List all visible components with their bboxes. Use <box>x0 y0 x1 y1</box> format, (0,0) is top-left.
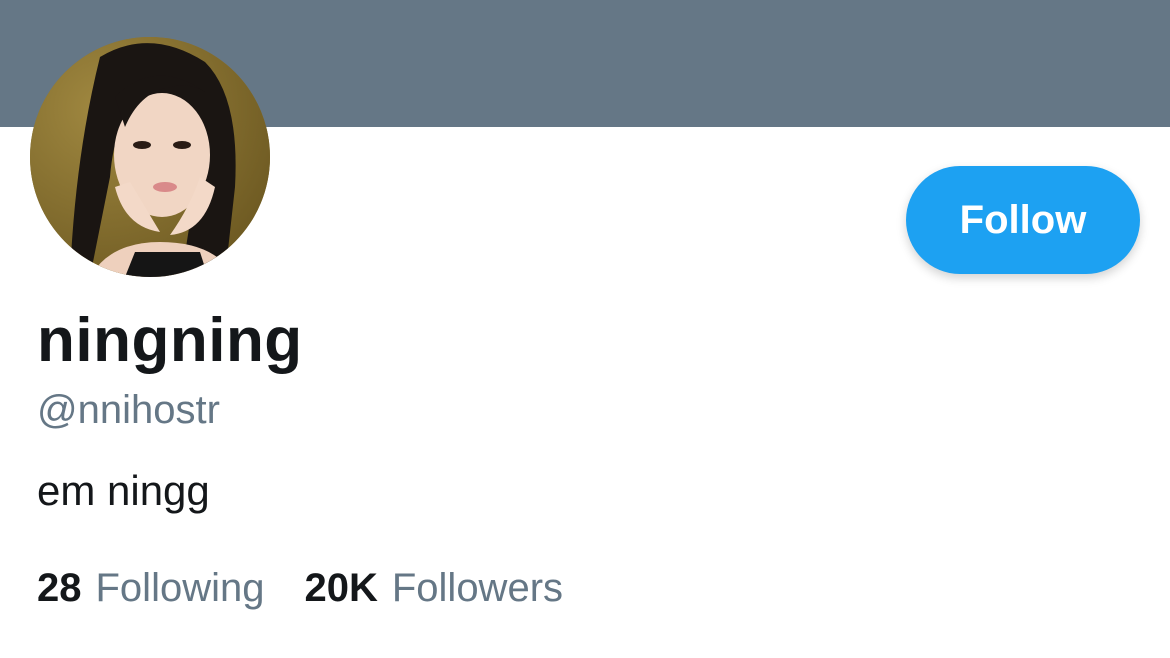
avatar-photo <box>30 37 270 277</box>
following-label: Following <box>95 566 265 610</box>
followers-link[interactable]: 20K Followers <box>304 568 563 608</box>
followers-label: Followers <box>391 566 564 610</box>
profile-header: Follow ningning @nnihostr em ningg 28 Fo… <box>0 0 1170 658</box>
follow-button[interactable]: Follow <box>906 166 1140 274</box>
display-name: ningning <box>37 306 303 375</box>
profile-stats: 28 Following 20K Followers <box>37 568 563 608</box>
followers-count: 20K <box>304 566 378 610</box>
profile-avatar[interactable] <box>30 37 270 277</box>
following-link[interactable]: 28 Following <box>37 568 264 608</box>
user-handle: @nnihostr <box>37 388 220 432</box>
profile-bio: em ningg <box>37 467 210 514</box>
following-count: 28 <box>37 566 82 610</box>
